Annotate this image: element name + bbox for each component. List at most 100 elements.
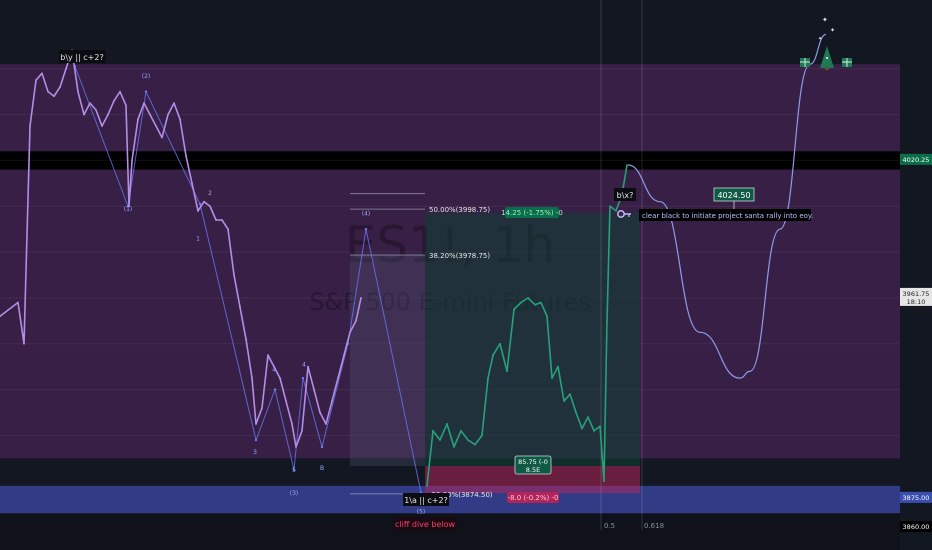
price-point bbox=[349, 331, 351, 334]
price-point bbox=[609, 205, 611, 208]
price-point bbox=[551, 377, 553, 380]
callout-bottom-text: 1\a || c+2? bbox=[404, 496, 448, 505]
price-point bbox=[540, 301, 542, 304]
wave-point bbox=[320, 445, 324, 449]
wave-label: (3) bbox=[290, 490, 299, 497]
measure-mid-label: 85.75 (-0 8.5E bbox=[514, 455, 552, 475]
price-point bbox=[301, 429, 303, 432]
price-point bbox=[113, 99, 115, 102]
price-point bbox=[17, 301, 19, 304]
price-point bbox=[487, 377, 489, 380]
price-point bbox=[337, 377, 339, 380]
chart-canvas: ES1!, 1h S&P 500 E-mini Futures 50.00%(3… bbox=[0, 0, 932, 550]
price-point bbox=[581, 427, 583, 430]
fib-level-label: 38.20%(3978.75) bbox=[429, 252, 490, 260]
price-point bbox=[527, 297, 529, 299]
wave-point bbox=[254, 438, 258, 442]
price-point bbox=[47, 90, 49, 93]
price-axis-sublabel: 18:10 bbox=[907, 298, 926, 306]
callout-cliff[interactable]: cliff dive below bbox=[394, 517, 457, 530]
projection-price-text: 4024.50 bbox=[717, 191, 750, 200]
price-point bbox=[279, 377, 281, 380]
price-point bbox=[239, 306, 241, 308]
price-point bbox=[149, 113, 151, 116]
price-point bbox=[179, 118, 181, 121]
price-point bbox=[513, 308, 515, 311]
price-point bbox=[481, 434, 483, 437]
svg-text:✦: ✦ bbox=[818, 36, 822, 42]
callout-mid[interactable]: b\x? bbox=[614, 188, 636, 201]
wave-point bbox=[301, 376, 305, 380]
price-point bbox=[446, 423, 448, 425]
price-point bbox=[233, 274, 235, 276]
price-point bbox=[563, 400, 565, 402]
price-axis-label: 4020.25 bbox=[903, 156, 930, 164]
measure-up-label: 14.25 (-1.75%) -0 bbox=[501, 207, 563, 218]
price-point bbox=[167, 113, 169, 116]
price-point bbox=[492, 354, 494, 357]
price-point bbox=[23, 342, 25, 345]
gift-icon-left bbox=[800, 58, 810, 67]
price-point bbox=[245, 338, 247, 341]
price-point bbox=[426, 484, 428, 487]
price-point bbox=[215, 219, 217, 221]
callout-top[interactable]: b\y || c+2? bbox=[59, 50, 106, 63]
price-point bbox=[626, 164, 628, 166]
price-point bbox=[460, 429, 462, 432]
price-axis[interactable] bbox=[900, 0, 932, 550]
price-point bbox=[107, 113, 109, 116]
price-point bbox=[291, 423, 293, 425]
price-point bbox=[499, 342, 501, 345]
price-point bbox=[221, 219, 223, 221]
price-point bbox=[453, 445, 455, 448]
price-point bbox=[59, 86, 61, 88]
price-point bbox=[307, 365, 309, 368]
wave-point bbox=[364, 227, 368, 231]
price-point bbox=[587, 416, 589, 418]
measure-down-label: -8.0 (-0.2%) -0 bbox=[507, 492, 559, 503]
price-point bbox=[575, 411, 577, 414]
price-point bbox=[101, 125, 103, 127]
wave-label: 5 bbox=[292, 467, 296, 474]
wave-label: 2 bbox=[208, 190, 212, 197]
price-point bbox=[432, 429, 434, 432]
price-point bbox=[520, 301, 522, 304]
callout-bottom[interactable]: 1\a || c+2? bbox=[403, 493, 449, 506]
note-callout[interactable]: clear black to initiate project santa ra… bbox=[639, 209, 813, 221]
price-point bbox=[569, 393, 571, 396]
price-point bbox=[29, 125, 31, 127]
price-point bbox=[603, 480, 605, 483]
price-point bbox=[557, 365, 559, 368]
price-point bbox=[467, 439, 469, 441]
price-point bbox=[285, 400, 287, 402]
note-text: clear black to initiate project santa ra… bbox=[642, 212, 813, 220]
wave-point bbox=[273, 388, 277, 391]
price-point bbox=[599, 425, 601, 428]
wave-label: 1 bbox=[196, 236, 200, 243]
measure-mid-text-2: 8.5E bbox=[526, 466, 540, 474]
price-point bbox=[615, 209, 617, 212]
price-point bbox=[191, 182, 193, 185]
svg-text:✦: ✦ bbox=[822, 16, 828, 24]
price-point bbox=[65, 67, 67, 70]
price-point bbox=[53, 95, 55, 98]
measure-down-text: -8.0 (-0.2%) -0 bbox=[508, 494, 559, 502]
price-point bbox=[546, 315, 548, 318]
wave-label: (5) bbox=[417, 508, 426, 515]
fib-time-label-0618: 0.618 bbox=[644, 522, 664, 530]
wave-label: 3 bbox=[253, 449, 257, 456]
price-point bbox=[197, 209, 199, 212]
price-axis-label: 3961.75 bbox=[903, 290, 930, 298]
price-point bbox=[137, 118, 139, 121]
price-point bbox=[209, 205, 211, 208]
price-point bbox=[227, 228, 229, 231]
measure-box-grey bbox=[350, 255, 425, 466]
price-point bbox=[89, 102, 91, 105]
fib-time-label-05: 0.5 bbox=[604, 522, 615, 530]
wave-label: (1) bbox=[124, 206, 133, 213]
price-point bbox=[95, 109, 97, 111]
wave-point bbox=[144, 90, 148, 93]
price-point bbox=[119, 90, 121, 93]
wave-label: (4) bbox=[362, 210, 371, 217]
price-point bbox=[261, 407, 263, 409]
